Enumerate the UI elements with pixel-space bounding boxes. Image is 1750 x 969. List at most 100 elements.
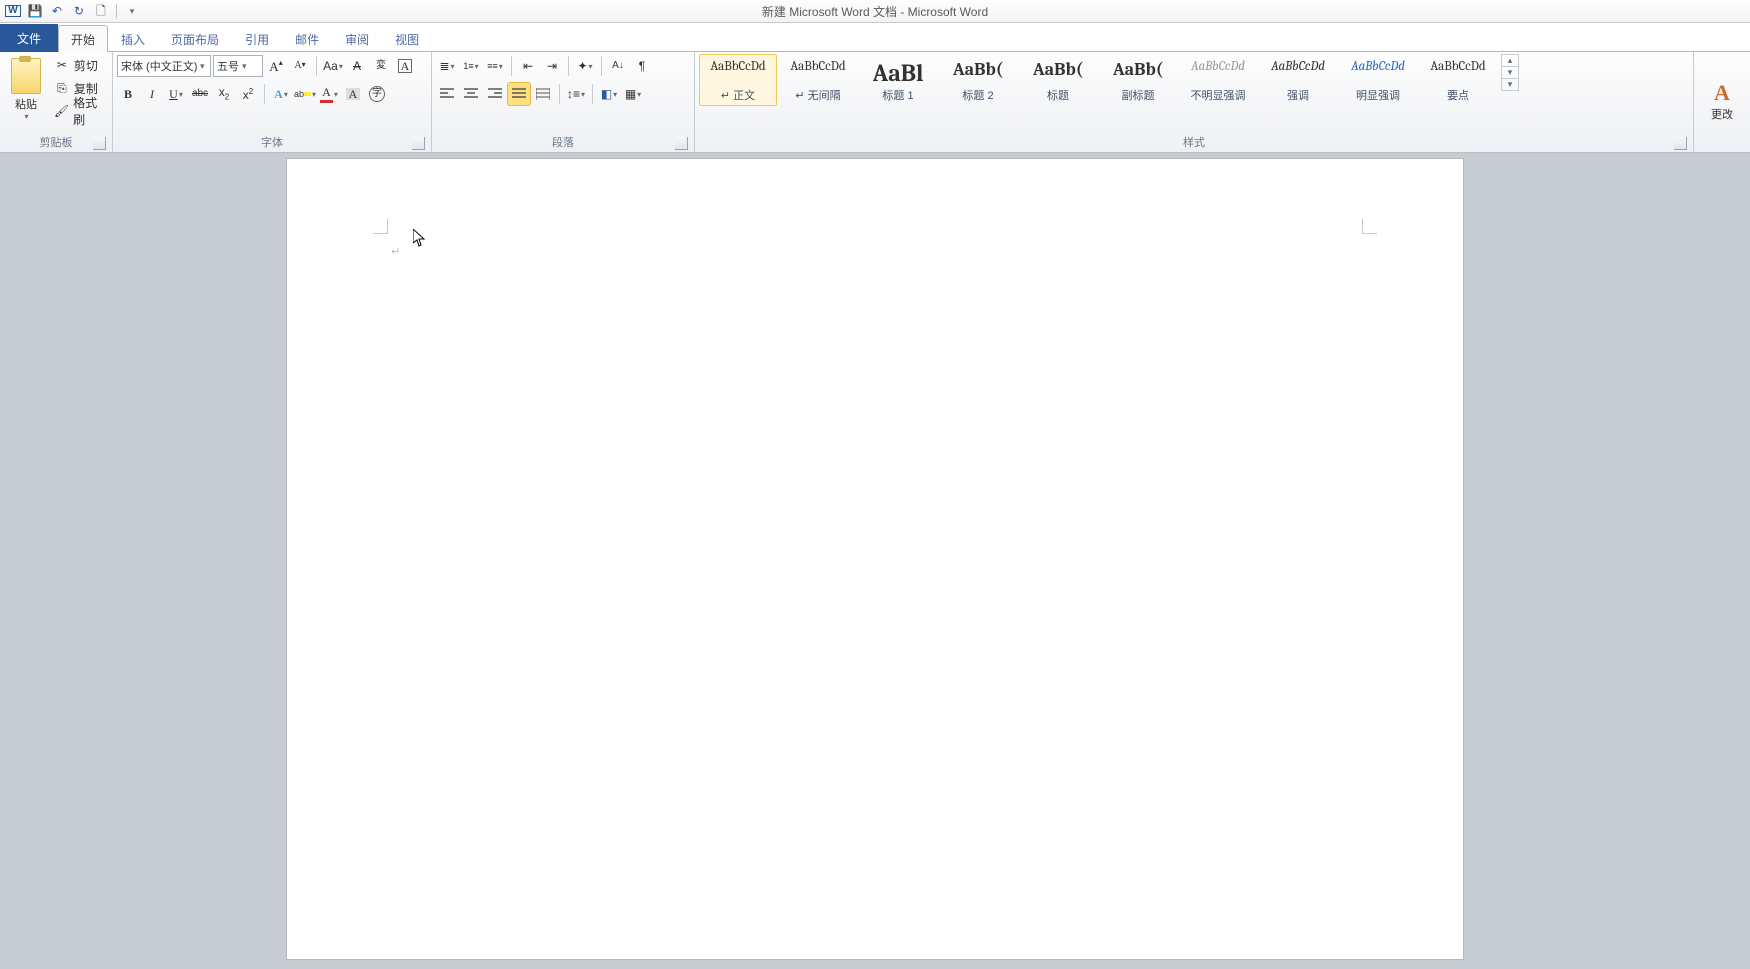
group-label-font: 字体 [117,134,427,152]
tab-review[interactable]: 审阅 [332,25,382,52]
show-marks-button[interactable]: ¶ [631,55,653,77]
character-border-button[interactable]: A [394,55,416,77]
font-color-button[interactable]: A▾ [318,83,340,105]
line-spacing-button[interactable]: ↕≡▾ [565,83,587,105]
tab-page-layout[interactable]: 页面布局 [158,25,232,52]
style-name-label: 副标题 [1122,87,1155,103]
font-name-combo[interactable]: 宋体 (中文正文)▾ [117,55,211,77]
paste-button[interactable]: 粘贴 ▾ [4,54,48,125]
style-name-label: 标题 1 [882,87,913,103]
gallery-up-icon[interactable]: ▴ [1502,55,1518,67]
bullets-button[interactable]: ≣▾ [436,55,458,77]
page[interactable]: ↵ [287,159,1463,959]
group-clipboard: 粘贴 ▾ ✂剪切 ⎘复制 🖌格式刷 剪贴板 [0,52,113,152]
paste-label: 粘贴 [15,96,37,112]
tab-view[interactable]: 视图 [382,25,432,52]
align-center-button[interactable] [460,83,482,105]
increase-indent-button[interactable]: ⇥ [541,55,563,77]
format-painter-button[interactable]: 🖌格式刷 [50,100,108,122]
qat-new-icon[interactable]: 🗋 [92,2,110,20]
superscript-button[interactable]: x2 [237,83,259,105]
change-case-button[interactable]: Aa▾ [322,55,344,77]
tab-references[interactable]: 引用 [232,25,282,52]
style-preview: AaBl [873,59,924,87]
underline-button[interactable]: U▾ [165,83,187,105]
borders-button[interactable]: ▦▾ [622,83,644,105]
grow-font-button[interactable]: A▴ [265,55,287,77]
cut-button[interactable]: ✂剪切 [50,54,108,76]
ribbon-tabs: 文件 开始 插入 页面布局 引用 邮件 审阅 视图 [0,23,1750,52]
tab-file[interactable]: 文件 [0,24,58,52]
ribbon: 粘贴 ▾ ✂剪切 ⎘复制 🖌格式刷 剪贴板 宋体 (中文正文)▾ 五号▾ A▴ … [0,52,1750,153]
app-icon[interactable]: W [4,2,22,20]
style-item-6[interactable]: AaBbCcDd不明显强调 [1179,54,1257,106]
paste-dropdown-icon[interactable]: ▾ [24,112,28,121]
distribute-button[interactable] [532,83,554,105]
style-item-3[interactable]: AaBb(标题 2 [939,54,1017,106]
decrease-indent-button[interactable]: ⇤ [517,55,539,77]
text-effects-button[interactable]: A▾ [270,83,292,105]
style-item-8[interactable]: AaBbCcDd明显强调 [1339,54,1417,106]
char-shading-button[interactable]: A [342,83,364,105]
group-styles: AaBbCcDd↵ 正文AaBbCcDd↵ 无间隔AaBl标题 1AaBb(标题… [695,52,1694,152]
numbering-button[interactable]: 1≡▾ [460,55,482,77]
style-item-2[interactable]: AaBl标题 1 [859,54,937,106]
tab-insert[interactable]: 插入 [108,25,158,52]
style-gallery-scroll[interactable]: ▴ ▾ ▾ [1501,54,1519,91]
align-right-button[interactable] [484,83,506,105]
window-title: 新建 Microsoft Word 文档 - Microsoft Word [0,3,1750,20]
style-preview: AaBbCcDd [1351,59,1405,74]
qat-save-icon[interactable]: 💾 [26,2,44,20]
styles-launcher-icon[interactable] [1674,137,1687,150]
mouse-cursor-icon [413,229,425,247]
change-styles-icon: A [1714,82,1730,104]
italic-button[interactable]: I [141,83,163,105]
document-area[interactable]: ↵ [0,153,1750,969]
font-size-combo[interactable]: 五号▾ [213,55,263,77]
subscript-button[interactable]: x2 [213,83,235,105]
multilevel-button[interactable]: ≡≡▾ [484,55,506,77]
qat-redo-icon[interactable]: ↻ [70,2,88,20]
shading-button[interactable]: ◧▾ [598,83,620,105]
tab-mailings[interactable]: 邮件 [282,25,332,52]
shrink-font-button[interactable]: A▾ [289,55,311,77]
gallery-more-icon[interactable]: ▾ [1502,79,1518,90]
style-preview: AaBbCcDd [1191,59,1245,74]
change-styles-label: 更改 [1711,106,1733,122]
style-preview: AaBb( [953,59,1003,80]
style-item-5[interactable]: AaBb(副标题 [1099,54,1177,106]
clear-formatting-button[interactable]: A [346,55,368,77]
style-preview: AaBbCcDd [710,59,765,74]
style-item-9[interactable]: AaBbCcDd要点 [1419,54,1497,106]
qat-customize-icon[interactable]: ▾ [123,2,141,20]
change-styles-button[interactable]: A 更改 [1698,54,1746,150]
style-item-0[interactable]: AaBbCcDd↵ 正文 [699,54,777,106]
gallery-down-icon[interactable]: ▾ [1502,67,1518,79]
justify-button[interactable] [508,83,530,105]
group-font: 宋体 (中文正文)▾ 五号▾ A▴ A▾ Aa▾ A 変 A B I U▾ ab… [113,52,432,152]
bold-button[interactable]: B [117,83,139,105]
style-item-1[interactable]: AaBbCcDd↵ 无间隔 [779,54,857,106]
align-right-icon [488,88,502,100]
align-left-button[interactable] [436,83,458,105]
style-item-4[interactable]: AaBb(标题 [1019,54,1097,106]
clipboard-launcher-icon[interactable] [93,137,106,150]
style-name-label: 强调 [1287,87,1309,103]
paragraph-launcher-icon[interactable] [675,137,688,150]
highlight-button[interactable]: ab▾ [294,83,316,105]
sort-button[interactable]: A↓ [607,55,629,77]
align-center-icon [464,88,478,100]
style-item-7[interactable]: AaBbCcDd强调 [1259,54,1337,106]
font-launcher-icon[interactable] [412,137,425,150]
group-label-clipboard: 剪贴板 [4,134,108,152]
style-gallery[interactable]: AaBbCcDd↵ 正文AaBbCcDd↵ 无间隔AaBl标题 1AaBb(标题… [699,54,1497,106]
strikethrough-button[interactable]: abc [189,83,211,105]
qat-undo-icon[interactable]: ↶ [48,2,66,20]
enclose-char-button[interactable]: 字 [366,83,388,105]
phonetic-guide-button[interactable]: 変 [370,55,392,77]
style-preview: AaBbCcDd [1430,59,1485,74]
tab-home[interactable]: 开始 [58,25,108,52]
asian-layout-button[interactable]: ✦▾ [574,55,596,77]
style-name-label: 标题 [1047,87,1069,103]
copy-icon: ⎘ [54,80,70,96]
